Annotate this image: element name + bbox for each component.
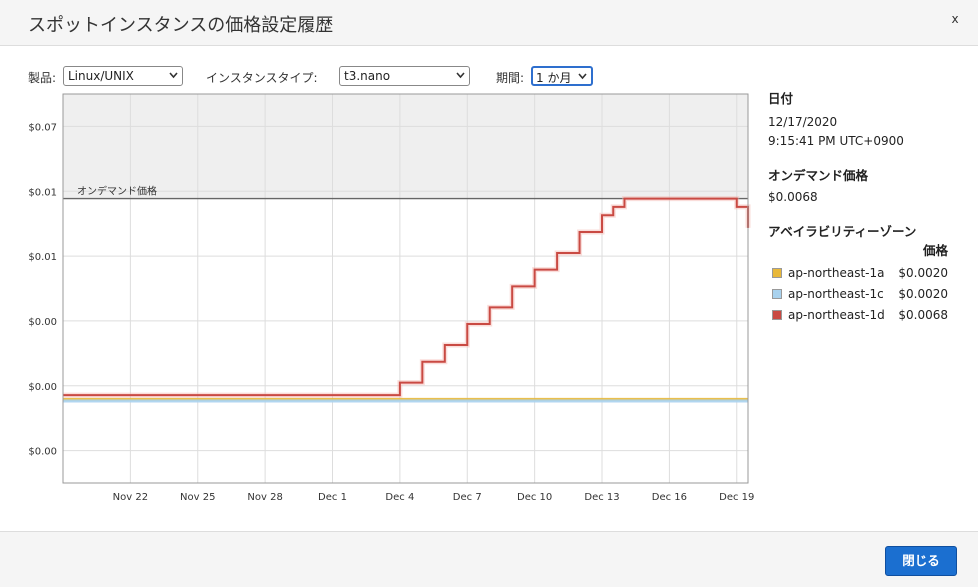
filter-bar: 製品: Linux/UNIX インスタンスタイプ: t3.nano 期間: 1 …: [28, 66, 628, 88]
period-select-value: 1 か月: [536, 71, 572, 85]
az-row: ap-northeast-1a $0.0020: [768, 265, 958, 283]
az-color-swatch: [772, 289, 782, 299]
date-heading: 日付: [768, 91, 794, 106]
above-on-demand-band: [63, 94, 748, 199]
date-value: 12/17/2020: [768, 115, 838, 129]
chevron-down-icon: [578, 73, 587, 80]
instance-type-select[interactable]: t3.nano: [339, 66, 470, 86]
time-value: 9:15:41 PM UTC+0900: [768, 134, 904, 148]
period-label: 期間:: [496, 71, 525, 85]
az-name: ap-northeast-1a: [788, 266, 885, 280]
az-heading: アベイラビリティーゾーン: [768, 224, 917, 239]
az-price: $0.0068: [898, 308, 948, 322]
on-demand-label: オンデマンド価格: [77, 185, 157, 198]
x-tick-label: Nov 28: [247, 492, 282, 503]
y-tick-label: $0.00: [28, 447, 57, 458]
az-price: $0.0020: [898, 287, 948, 301]
product-select[interactable]: Linux/UNIX: [63, 66, 183, 86]
period-select[interactable]: 1 か月: [531, 66, 593, 86]
x-tick-label: Dec 10: [517, 492, 552, 503]
instance-type-select-value: t3.nano: [344, 69, 391, 83]
x-tick-label: Dec 1: [318, 492, 347, 503]
az-color-swatch: [772, 310, 782, 320]
az-name: ap-northeast-1c: [788, 287, 884, 301]
product-select-value: Linux/UNIX: [68, 69, 134, 83]
x-tick-label: Nov 22: [113, 492, 148, 503]
az-color-swatch: [772, 268, 782, 278]
close-button[interactable]: 閉じる: [885, 546, 957, 576]
product-label: 製品:: [28, 71, 57, 85]
close-icon[interactable]: x: [948, 12, 962, 28]
y-tick-label: $0.00: [28, 382, 57, 393]
x-tick-label: Dec 7: [453, 492, 482, 503]
y-tick-label: $0.07: [28, 122, 57, 133]
y-tick-label: $0.00: [28, 317, 57, 328]
instance-type-label: インスタンスタイプ:: [206, 71, 318, 85]
az-row: ap-northeast-1d $0.0068: [768, 307, 958, 325]
chevron-down-icon: [169, 72, 178, 79]
x-tick-label: Dec 13: [584, 492, 619, 503]
x-tick-label: Dec 4: [385, 492, 414, 503]
x-tick-label: Nov 25: [180, 492, 215, 503]
x-tick-label: Dec 19: [719, 492, 754, 503]
price-history-chart[interactable]: $0.07$0.01$0.01$0.00$0.00$0.00 Nov 22 Nov…: [0, 88, 760, 518]
price-heading: 価格: [922, 243, 948, 258]
dialog-header: スポットインスタンスの価格設定履歴 x: [0, 0, 978, 46]
ondemand-heading: オンデマンド価格: [768, 168, 869, 183]
dialog-title: スポットインスタンスの価格設定履歴: [28, 15, 334, 36]
y-axis-ticks: $0.07 $0.01 $0.01 $0.00 $0.00 $0.00: [28, 122, 57, 457]
x-axis-ticks: Nov 22 Nov 25 Nov 28 Dec 1 Dec 4 Dec 7 Dec 10 D…: [113, 492, 755, 503]
chevron-down-icon: [456, 72, 465, 79]
ondemand-value: $0.0068: [768, 190, 818, 204]
az-price: $0.0020: [898, 266, 948, 280]
dialog-footer: 閉じる: [0, 531, 978, 587]
az-row: ap-northeast-1c $0.0020: [768, 286, 958, 304]
az-name: ap-northeast-1d: [788, 308, 885, 322]
x-tick-label: Dec 16: [652, 492, 687, 503]
y-tick-label: $0.01: [28, 252, 57, 263]
y-tick-label: $0.01: [28, 187, 57, 198]
